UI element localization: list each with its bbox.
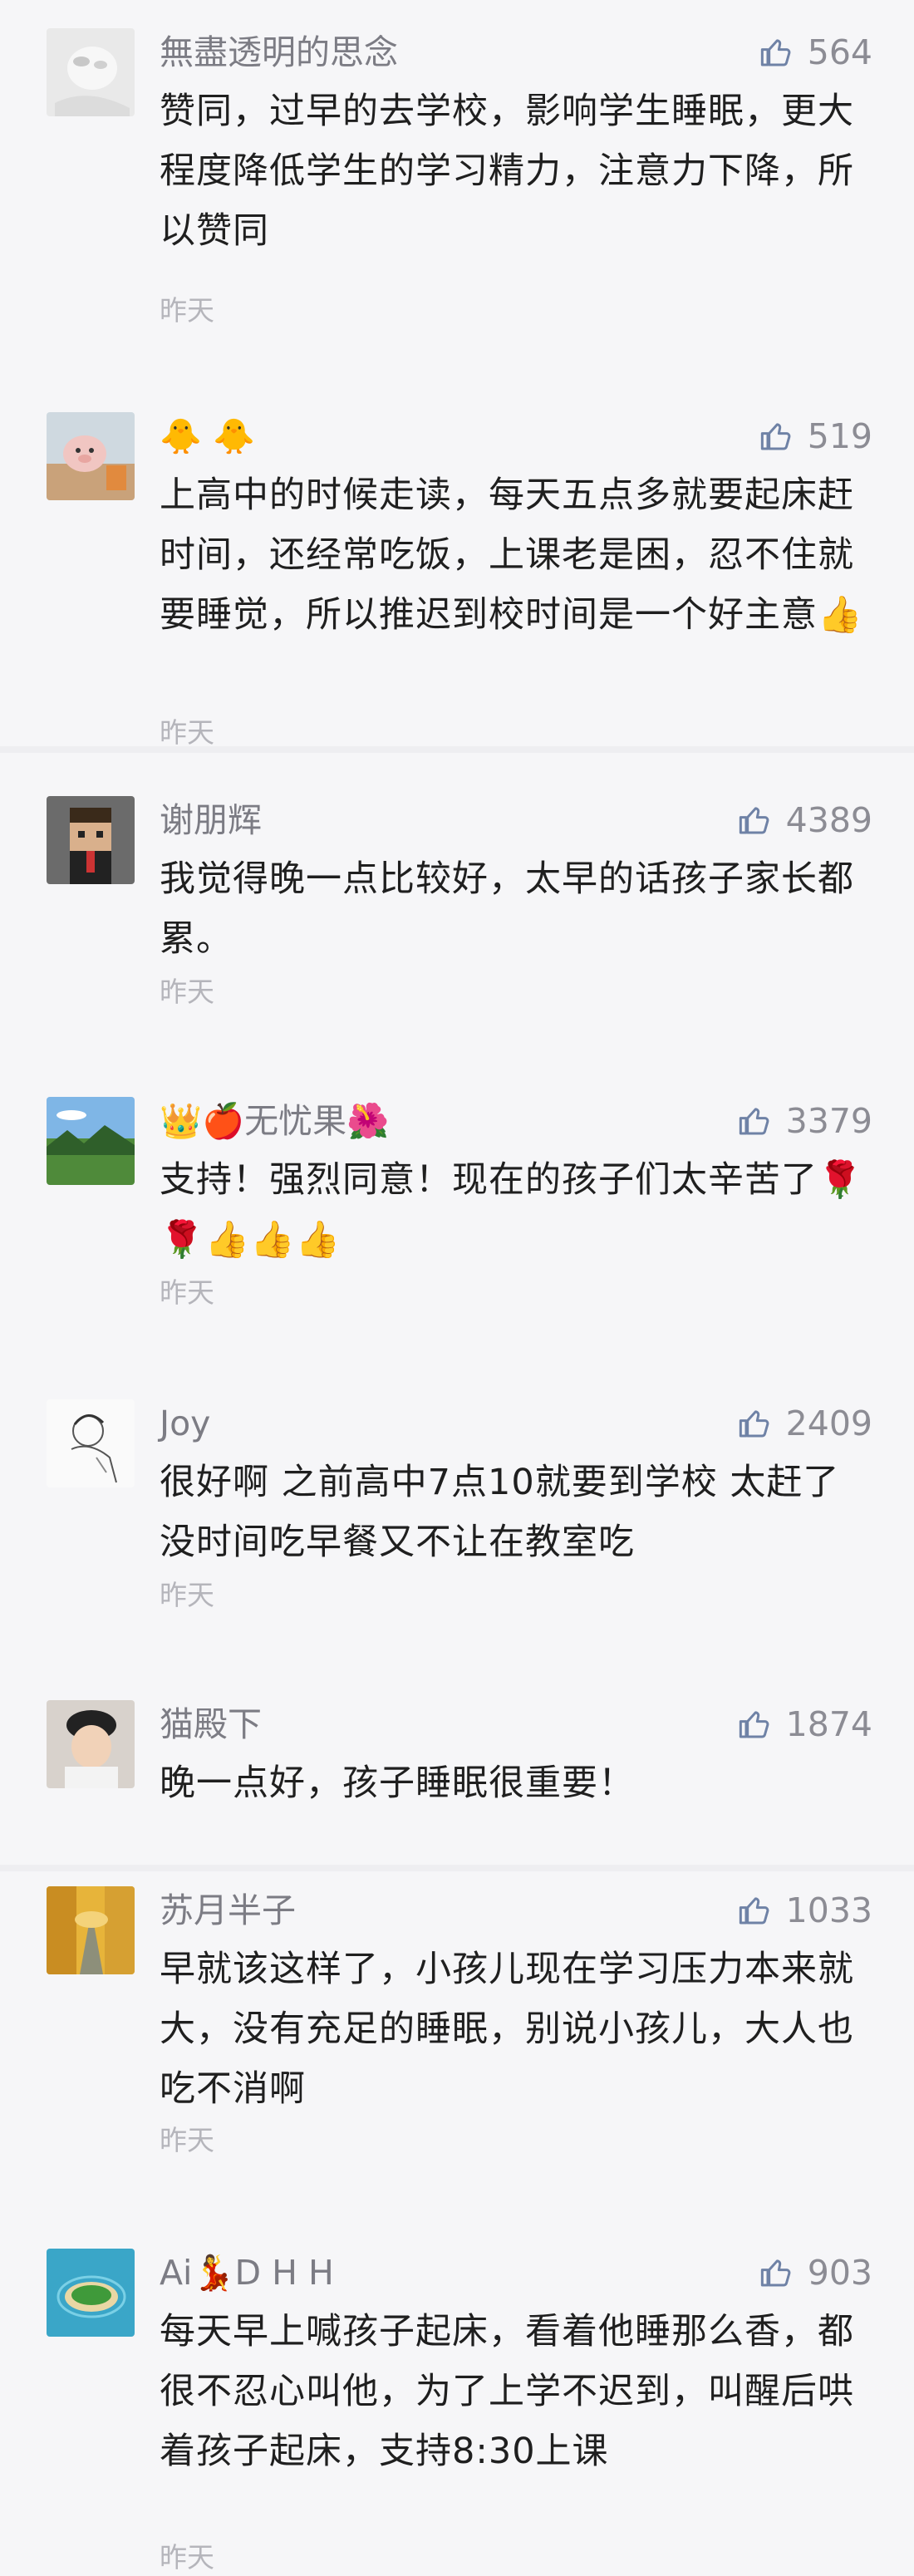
comment-feed: 無盡透明的思念 564 赞同，过早的去学校，影响学生睡眠，更大程度降低学生的学习… (0, 0, 914, 2574)
avatar[interactable] (47, 1097, 135, 1185)
comment-time: 昨天 (160, 2124, 214, 2156)
comment-text: 每天早上喊孩子起床，看着他睡那么香，都很不忍心叫他，为了上学不迟到，叫醒后哄着孩… (160, 2311, 854, 2472)
username[interactable]: 👑🍎无忧果🌺 (160, 1099, 389, 1143)
comment-item: 苏月半子 1033 早就该这样了，小孩儿现在学习压力本来就大，没有充足的睡眠，别… (0, 1886, 914, 2161)
comment-item: 🐥 🐥 519 上高中的时候走读，每天五点多就要起床赶时间，还经常吃饭，上课老是… (0, 412, 914, 749)
comment-time: 昨天 (160, 294, 214, 327)
comment-text: 我觉得晚一点比较好，太早的话孩子家长都累。 (160, 858, 854, 960)
like-count: 3379 (785, 1101, 872, 1141)
like-count: 2409 (785, 1404, 872, 1443)
username[interactable]: 谢朋辉 (160, 798, 262, 843)
like-button[interactable]: 1033 (738, 1888, 872, 1933)
thumbs-up-icon (739, 1897, 769, 1925)
comment-text: 早就该这样了，小孩儿现在学习压力本来就大，没有充足的睡眠，别说小孩儿，大人也吃不… (160, 1949, 854, 2110)
like-button[interactable]: 519 (759, 414, 872, 459)
comment-text: 支持！强烈同意！现在的孩子们太辛苦了🌹🌹👍👍👍 (160, 1159, 863, 1261)
comment-item: Ai💃D H H 903 每天早上喊孩子起床，看着他睡那么香，都很不忍心叫他，为… (0, 2249, 914, 2574)
like-button[interactable]: 3379 (738, 1099, 872, 1143)
like-button[interactable]: 1874 (738, 1702, 872, 1747)
like-count: 1874 (785, 1704, 872, 1744)
like-count: 519 (807, 416, 872, 456)
username[interactable]: 🐥 🐥 (160, 414, 255, 459)
username[interactable]: 無盡透明的思念 (160, 30, 398, 75)
comment-item: 谢朋辉 4389 我觉得晚一点比较好，太早的话孩子家长都累。 昨天 (0, 796, 914, 1008)
username[interactable]: 苏月半子 (160, 1888, 296, 1933)
section-divider (0, 1865, 914, 1871)
thumbs-up-icon (760, 423, 791, 450)
thumbs-up-icon (739, 1711, 769, 1738)
comment-time: 昨天 (160, 1276, 214, 1309)
comment-text: 赞同，过早的去学校，影响学生睡眠，更大程度降低学生的学习精力，注意力下降，所以赞… (160, 91, 854, 252)
thumbs-up-icon (760, 2259, 791, 2287)
like-count: 1033 (785, 1890, 872, 1930)
comment-time: 昨天 (160, 1579, 214, 1611)
thumbs-up-icon (739, 807, 769, 834)
username[interactable]: Joy (160, 1401, 210, 1446)
comment-time: 昨天 (160, 2541, 214, 2574)
section-divider (0, 746, 914, 753)
thumbs-up-icon (760, 39, 791, 66)
comment-text: 上高中的时候走读，每天五点多就要起床赶时间，还经常吃饭，上课老是困，忍不住就要睡… (160, 474, 863, 636)
avatar[interactable] (47, 1886, 135, 1974)
username[interactable]: Ai💃D H H (160, 2250, 334, 2295)
thumbs-up-icon (739, 1410, 769, 1438)
avatar[interactable] (47, 2249, 135, 2337)
avatar[interactable] (47, 28, 135, 116)
avatar[interactable] (47, 1399, 135, 1487)
avatar[interactable] (47, 1700, 135, 1788)
like-count: 4389 (785, 800, 872, 840)
avatar[interactable] (47, 412, 135, 500)
comment-time: 昨天 (160, 976, 214, 1008)
like-button[interactable]: 2409 (738, 1401, 872, 1446)
like-count: 903 (807, 2253, 872, 2293)
like-count: 564 (807, 32, 872, 72)
comment-item: 猫殿下 1874 晚一点好，孩子睡眠很重要！ (0, 1700, 914, 1825)
comment-item: Joy 2409 很好啊 之前高中7点10就要到学校 太赶了没时间吃早餐又不让在… (0, 1399, 914, 1611)
comment-item: 👑🍎无忧果🌺 3379 支持！强烈同意！现在的孩子们太辛苦了🌹🌹👍👍👍 昨天 (0, 1097, 914, 1313)
comment-text: 很好啊 之前高中7点10就要到学校 太赶了没时间吃早餐又不让在教室吃 (160, 1462, 840, 1563)
username[interactable]: 猫殿下 (160, 1702, 262, 1747)
like-button[interactable]: 903 (759, 2250, 872, 2295)
like-button[interactable]: 4389 (738, 798, 872, 843)
like-button[interactable]: 564 (759, 30, 872, 75)
comment-text: 晚一点好，孩子睡眠很重要！ (160, 1762, 635, 1804)
thumbs-up-icon (739, 1108, 769, 1135)
avatar[interactable] (47, 796, 135, 884)
comment-item: 無盡透明的思念 564 赞同，过早的去学校，影响学生睡眠，更大程度降低学生的学习… (0, 28, 914, 344)
